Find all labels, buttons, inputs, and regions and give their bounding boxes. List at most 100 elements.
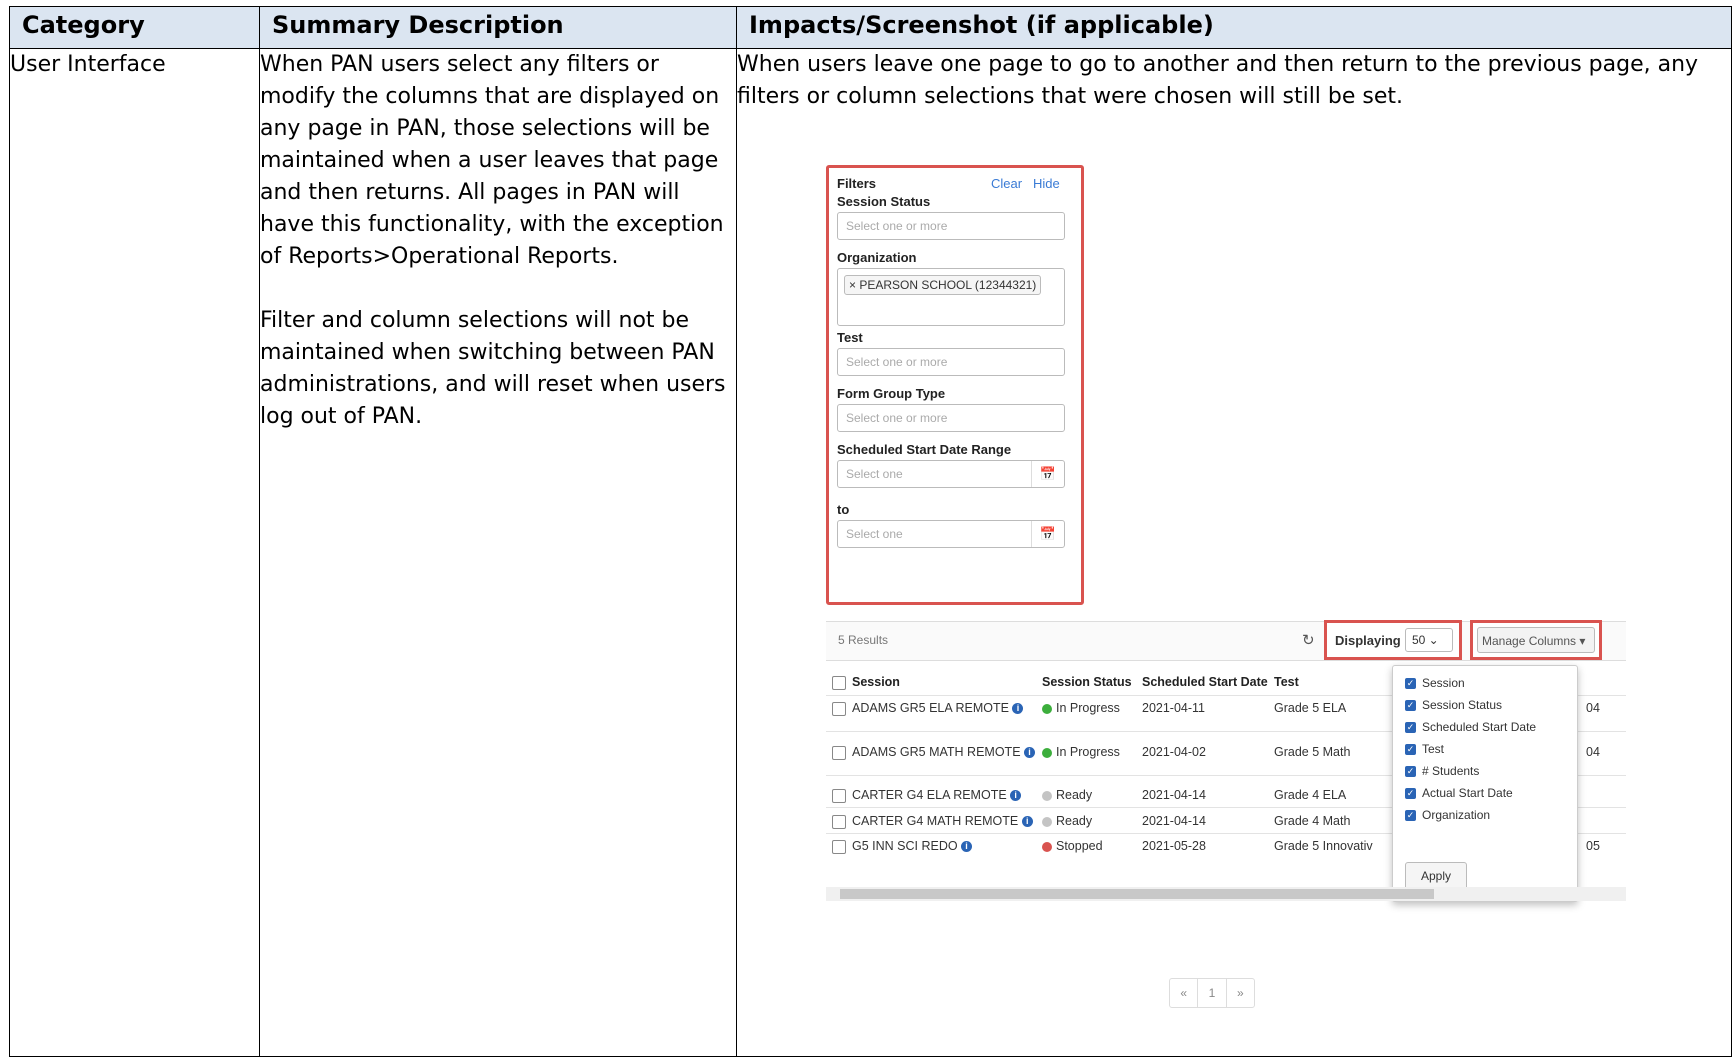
select-all-checkbox[interactable] xyxy=(832,675,846,690)
session-status-select[interactable]: Select one or more xyxy=(837,212,1065,240)
table-row[interactable]: G5 INN SCI REDO i xyxy=(852,839,973,853)
clear-link[interactable]: Clear xyxy=(991,176,1022,191)
start-date: 2021-04-02 xyxy=(1142,745,1206,759)
category-cell: User Interface xyxy=(9,48,260,1057)
start-date: 2021-04-14 xyxy=(1142,788,1206,802)
summary-paragraph-1: When PAN users select any filters or mod… xyxy=(260,52,724,269)
session-name[interactable]: G5 INN SCI REDO xyxy=(852,839,958,853)
session-name[interactable]: ADAMS GR5 MATH REMOTE xyxy=(852,745,1021,759)
status-badge: Stopped xyxy=(1042,839,1103,853)
info-icon[interactable]: i xyxy=(1012,703,1024,715)
column-option[interactable]: ✓ # Students xyxy=(1405,764,1479,778)
calendar-icon[interactable]: 📅 xyxy=(1031,461,1064,487)
scrollbar-thumb[interactable] xyxy=(840,889,1434,899)
results-count: 5 Results xyxy=(838,633,889,647)
checkbox-checked-icon[interactable]: ✓ xyxy=(1405,788,1416,800)
page-size-select[interactable]: 50 ⌄ xyxy=(1405,628,1453,652)
info-icon[interactable]: i xyxy=(1010,790,1022,802)
manage-columns-menu: ✓ Session ✓ Session Status ✓ Scheduled Star… xyxy=(1392,665,1578,902)
start-date: 2021-05-28 xyxy=(1142,839,1206,853)
session-name[interactable]: CARTER G4 ELA REMOTE xyxy=(852,788,1007,802)
next-page-button[interactable]: » xyxy=(1227,979,1254,1007)
start-date: 2021-04-14 xyxy=(1142,814,1206,828)
test-name: Grade 4 Math xyxy=(1274,814,1351,828)
page-1-button[interactable]: 1 xyxy=(1198,979,1227,1007)
row-checkbox[interactable] xyxy=(832,814,846,829)
status-dot-icon xyxy=(1042,747,1052,758)
test-label: Test xyxy=(837,330,863,345)
manage-columns-highlight: Manage Columns ▾ xyxy=(1470,620,1602,660)
checkbox-checked-icon[interactable]: ✓ xyxy=(1405,744,1416,756)
test-name: Grade 5 Innovativ xyxy=(1274,839,1373,853)
status-badge: In Progress xyxy=(1042,745,1120,759)
refresh-icon[interactable]: ↻ xyxy=(1302,631,1315,649)
start-date: 2021-04-11 xyxy=(1142,701,1206,715)
horizontal-scrollbar[interactable] xyxy=(826,887,1626,901)
start-date-input[interactable]: Select one 📅 xyxy=(837,460,1065,488)
row-checkbox[interactable] xyxy=(832,788,846,803)
apply-button[interactable]: Apply xyxy=(1405,862,1467,890)
checkbox-checked-icon[interactable]: ✓ xyxy=(1405,700,1416,712)
column-header-test[interactable]: Test xyxy=(1274,675,1299,689)
organization-select[interactable]: × PEARSON SCHOOL (12344321) xyxy=(837,268,1065,326)
status-text: In Progress xyxy=(1056,701,1120,715)
status-badge: Ready xyxy=(1042,788,1092,802)
column-option[interactable]: ✓ Scheduled Start Date xyxy=(1405,720,1536,734)
column-option[interactable]: ✓ Actual Start Date xyxy=(1405,786,1513,800)
table-row[interactable]: ADAMS GR5 ELA REMOTE i xyxy=(852,701,1024,715)
status-dot-icon xyxy=(1042,790,1052,801)
checkbox-checked-icon[interactable]: ✓ xyxy=(1405,678,1416,690)
end-date-placeholder: Select one xyxy=(846,527,903,541)
test-name: Grade 4 ELA xyxy=(1274,788,1347,802)
row-checkbox[interactable] xyxy=(832,745,846,760)
table-row[interactable]: CARTER G4 MATH REMOTE i xyxy=(852,814,1033,828)
hide-link[interactable]: Hide xyxy=(1033,176,1060,191)
to-label: to xyxy=(837,502,850,517)
pagination: « 1 » xyxy=(1169,978,1255,1008)
column-header-session-status[interactable]: Session Status xyxy=(1042,675,1132,689)
prev-page-button[interactable]: « xyxy=(1170,979,1199,1007)
status-text: Stopped xyxy=(1056,839,1103,853)
organization-tag[interactable]: × PEARSON SCHOOL (12344321) xyxy=(844,275,1042,295)
status-dot-icon xyxy=(1042,703,1052,714)
status-dot-icon xyxy=(1042,816,1052,827)
column-header-session[interactable]: Session xyxy=(852,675,900,689)
session-name[interactable]: ADAMS GR5 ELA REMOTE xyxy=(852,701,1009,715)
info-icon[interactable]: i xyxy=(1021,816,1033,828)
extra-column: 05 xyxy=(1586,839,1600,853)
end-date-input[interactable]: Select one 📅 xyxy=(837,520,1065,548)
column-option[interactable]: ✓ Session Status xyxy=(1405,698,1502,712)
info-icon[interactable]: i xyxy=(1024,747,1036,759)
info-icon[interactable]: i xyxy=(961,841,973,853)
displaying-control: Displaying 50 ⌄ xyxy=(1324,620,1462,660)
results-toolbar: 5 Results ↻ Displaying 50 ⌄ Manage Colum… xyxy=(826,620,1626,661)
column-option[interactable]: ✓ Test xyxy=(1405,742,1444,756)
form-group-select[interactable]: Select one or more xyxy=(837,404,1065,432)
extra-column: 04 xyxy=(1586,701,1600,715)
row-checkbox[interactable] xyxy=(832,701,846,716)
status-dot-icon xyxy=(1042,841,1052,852)
table-row[interactable]: CARTER G4 ELA REMOTE i xyxy=(852,788,1022,802)
calendar-icon[interactable]: 📅 xyxy=(1031,521,1064,547)
column-option[interactable]: ✓ Session xyxy=(1405,676,1465,690)
checkbox-checked-icon[interactable]: ✓ xyxy=(1405,810,1416,822)
column-option[interactable]: ✓ Organization xyxy=(1405,808,1490,822)
start-date-placeholder: Select one xyxy=(846,467,903,481)
status-text: Ready xyxy=(1056,788,1093,802)
organization-label: Organization xyxy=(837,250,917,265)
test-name: Grade 5 ELA xyxy=(1274,701,1347,715)
manage-columns-button[interactable]: Manage Columns ▾ xyxy=(1477,627,1595,653)
table-row[interactable]: ADAMS GR5 MATH REMOTE i xyxy=(852,745,1036,759)
test-name: Grade 5 Math xyxy=(1274,745,1351,759)
test-select[interactable]: Select one or more xyxy=(837,348,1065,376)
summary-paragraph-2: Filter and column selections will not be… xyxy=(260,308,726,429)
embedded-screenshot: Filters Clear Hide Session Status Select… xyxy=(826,165,1626,1010)
checkbox-checked-icon[interactable]: ✓ xyxy=(1405,766,1416,778)
row-checkbox[interactable] xyxy=(832,839,846,854)
column-header-scheduled-start-date[interactable]: Scheduled Start Date xyxy=(1142,675,1268,689)
session-status-label: Session Status xyxy=(837,194,931,209)
table-header-row: Category Summary Description Impacts/Scr… xyxy=(9,6,1732,49)
checkbox-checked-icon[interactable]: ✓ xyxy=(1405,722,1416,734)
header-summary: Summary Description xyxy=(259,6,737,49)
session-name[interactable]: CARTER G4 MATH REMOTE xyxy=(852,814,1018,828)
